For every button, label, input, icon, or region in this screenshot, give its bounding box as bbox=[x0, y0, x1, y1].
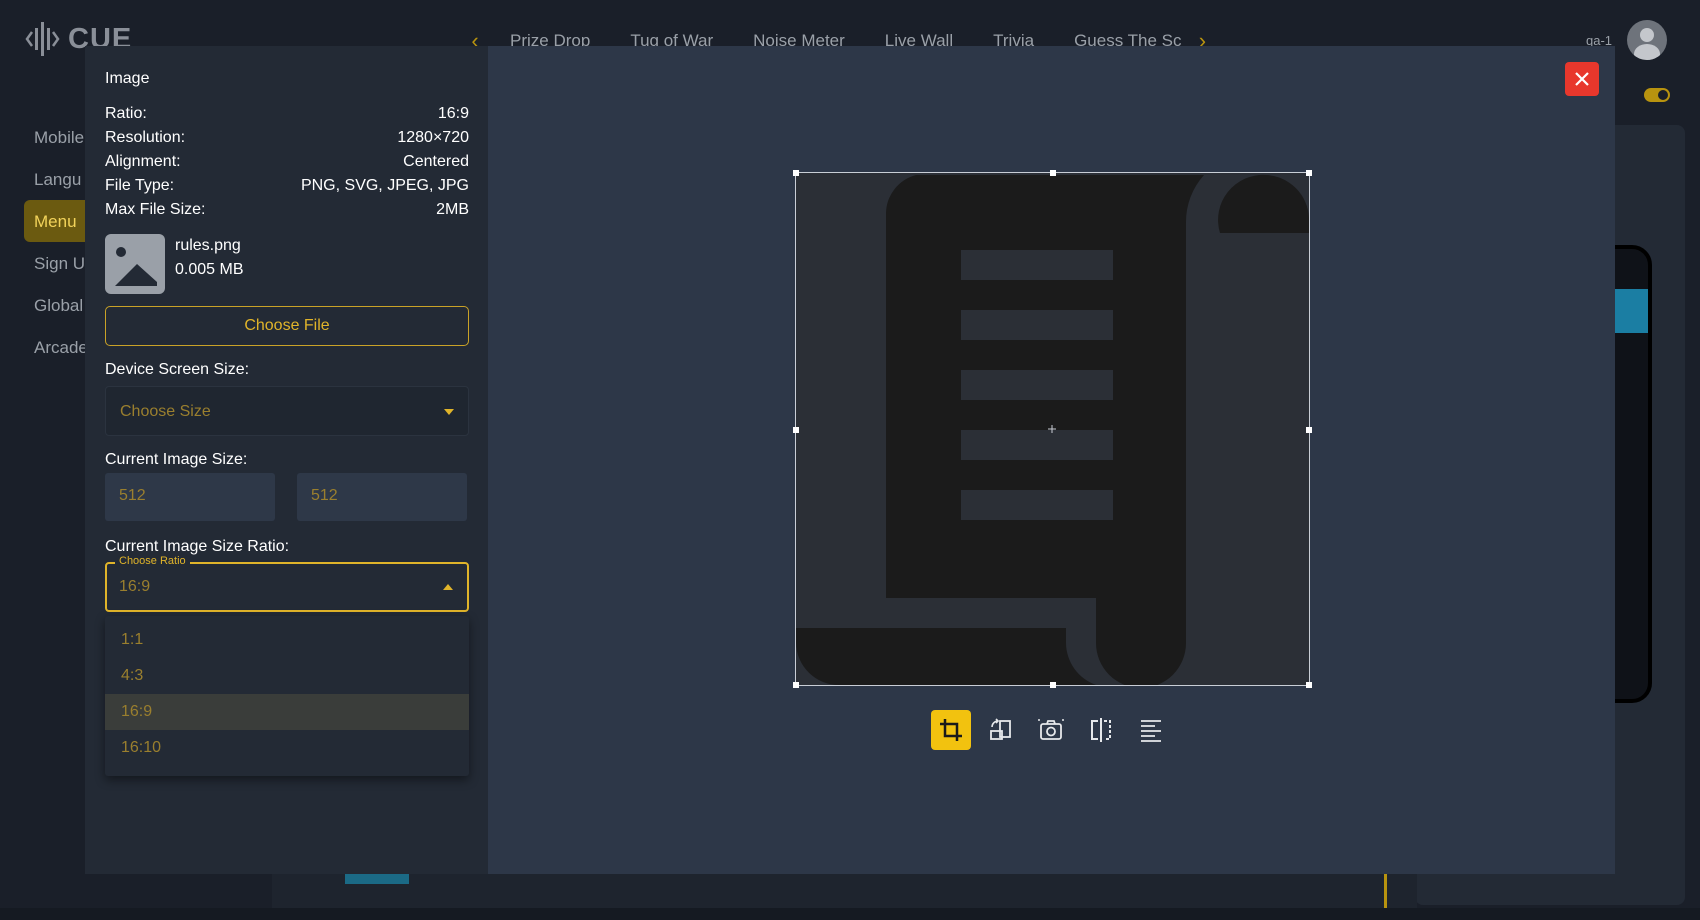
crop-handle-s[interactable] bbox=[1050, 682, 1056, 688]
rotate-button[interactable] bbox=[981, 710, 1021, 750]
rotate-icon bbox=[990, 718, 1011, 740]
crop-handle-ne[interactable] bbox=[1306, 170, 1312, 176]
divider-line bbox=[1384, 872, 1387, 908]
ratio-option-4-3[interactable]: 4:3 bbox=[105, 658, 469, 694]
ratio-label: Current Image Size Ratio: bbox=[105, 538, 290, 555]
close-icon bbox=[1575, 72, 1589, 86]
info-row-file-type: File Type: PNG, SVG, JPEG, JPG bbox=[105, 177, 469, 195]
ratio-select[interactable]: Choose Ratio 16:9 bbox=[105, 555, 469, 612]
height-input[interactable]: 512 bbox=[297, 473, 467, 521]
image-size-label: Current Image Size: bbox=[105, 451, 248, 468]
info-row-resolution: Resolution: 1280×720 bbox=[105, 129, 469, 147]
info-label: Max File Size: bbox=[105, 201, 206, 218]
image-settings-panel: Image Ratio: 16:9 Resolution: 1280×720 A… bbox=[85, 46, 488, 874]
device-size-placeholder: Choose Size bbox=[120, 403, 211, 420]
ratio-legend: Choose Ratio bbox=[115, 555, 190, 567]
avatar-head bbox=[1640, 28, 1654, 42]
close-button[interactable] bbox=[1565, 62, 1599, 96]
avatar-body bbox=[1634, 44, 1660, 60]
info-row-ratio: Ratio: 16:9 bbox=[105, 105, 469, 123]
device-size-label: Device Screen Size: bbox=[105, 361, 250, 378]
info-value: Centered bbox=[403, 153, 469, 170]
device-size-select[interactable]: Choose Size bbox=[105, 386, 469, 436]
sidebar-item-sign-up[interactable]: Sign U bbox=[34, 254, 85, 274]
crop-icon bbox=[940, 719, 962, 741]
sidebar-item-menu[interactable]: Menu bbox=[34, 212, 77, 232]
choose-file-button[interactable]: Choose File bbox=[105, 306, 469, 346]
camera-flip-button[interactable] bbox=[1031, 710, 1071, 750]
info-value: 1280×720 bbox=[397, 129, 469, 146]
ratio-value: 16:9 bbox=[119, 578, 151, 595]
caret-down-icon bbox=[444, 409, 454, 415]
crop-handle-sw[interactable] bbox=[793, 682, 799, 688]
image-editor-modal: Image Ratio: 16:9 Resolution: 1280×720 A… bbox=[85, 46, 1615, 874]
bottom-bar bbox=[0, 908, 1700, 920]
crop-handle-n[interactable] bbox=[1050, 170, 1056, 176]
sidebar-item-arcade[interactable]: Arcade bbox=[34, 338, 88, 358]
file-size: 0.005 MB bbox=[175, 261, 244, 278]
sidebar-item-mobile[interactable]: Mobile bbox=[34, 128, 84, 148]
crop-button[interactable] bbox=[931, 710, 971, 750]
info-label: Alignment: bbox=[105, 153, 181, 170]
crop-canvas[interactable] bbox=[793, 170, 1312, 688]
ratio-option-16-9[interactable]: 16:9 bbox=[105, 694, 469, 730]
logo-icon bbox=[25, 22, 60, 56]
image-file-icon bbox=[105, 234, 165, 294]
sidebar-item-language[interactable]: Langu bbox=[34, 170, 81, 190]
crop-handle-nw[interactable] bbox=[793, 170, 799, 176]
crop-handle-e[interactable] bbox=[1306, 427, 1312, 433]
align-button[interactable] bbox=[1131, 710, 1171, 750]
ratio-option-1-1[interactable]: 1:1 bbox=[105, 622, 469, 658]
crop-handle-se[interactable] bbox=[1306, 682, 1312, 688]
info-label: Resolution: bbox=[105, 129, 186, 146]
editor-toolbar bbox=[931, 710, 1171, 750]
info-label: Ratio: bbox=[105, 105, 147, 122]
section-title: Image bbox=[105, 70, 150, 87]
document-image bbox=[796, 173, 1309, 688]
info-value: 2MB bbox=[436, 201, 469, 218]
info-label: File Type: bbox=[105, 177, 175, 194]
info-row-alignment: Alignment: Centered bbox=[105, 153, 469, 171]
info-value: PNG, SVG, JPEG, JPG bbox=[300, 177, 469, 194]
caret-up-icon bbox=[443, 584, 453, 590]
crop-handle-w[interactable] bbox=[793, 427, 799, 433]
preview-toggle[interactable] bbox=[1644, 88, 1670, 102]
avatar[interactable] bbox=[1627, 20, 1667, 60]
width-input[interactable]: 512 bbox=[105, 473, 275, 521]
file-name: rules.png bbox=[175, 237, 241, 254]
flip-horizontal-button[interactable] bbox=[1081, 710, 1121, 750]
flip-horizontal-icon bbox=[1091, 718, 1111, 742]
sidebar-item-global[interactable]: Global bbox=[34, 296, 83, 316]
camera-flip-icon bbox=[1038, 719, 1064, 740]
ratio-option-16-10[interactable]: 16:10 bbox=[105, 730, 469, 766]
ratio-menu: 1:1 4:3 16:9 16:10 bbox=[105, 616, 469, 776]
info-row-max-file-size: Max File Size: 2MB bbox=[105, 201, 469, 219]
info-value: 16:9 bbox=[437, 105, 469, 122]
align-icon bbox=[1141, 720, 1161, 742]
